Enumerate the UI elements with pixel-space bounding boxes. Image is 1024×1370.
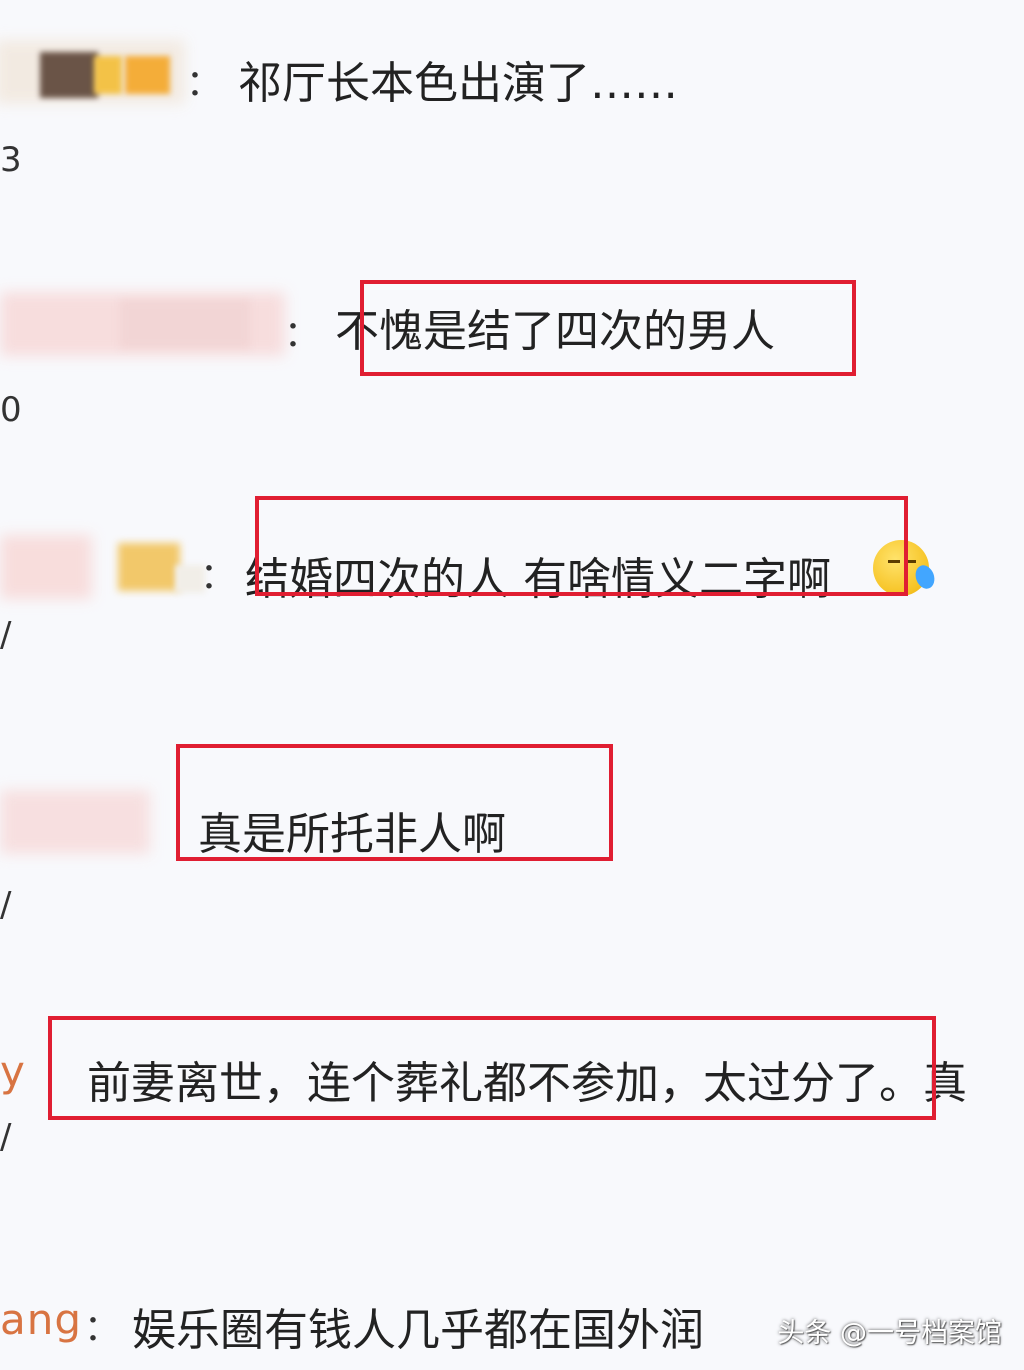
comment-3: ： 结婚四次的人 有啥情义二字啊 / [0, 495, 1024, 685]
highlight-box [360, 280, 856, 376]
comment-text: 娱乐圈有钱人几乎都在国外润 [132, 1305, 704, 1356]
watermark: 头条 @一号档案馆 [777, 1318, 1002, 1349]
comment-count: 3 [0, 140, 22, 180]
highlight-box [48, 1016, 936, 1120]
comment-1: ： 祁厅长本色出演了…… 3 [0, 0, 1024, 190]
comment-count: / [0, 1117, 12, 1157]
highlight-box [255, 496, 908, 596]
comment-2: ： 不愧是结了四次的男人 0 [0, 270, 1024, 460]
comment-colon: ： [200, 556, 237, 597]
username-fragment[interactable]: ang [0, 1295, 82, 1344]
username-fragment[interactable]: y [0, 1047, 26, 1096]
comment-colon: ： [186, 63, 223, 104]
comment-count: 0 [0, 390, 22, 430]
comment-count: / [0, 885, 12, 925]
comment-text: 祁厅长本色出演了…… [238, 58, 678, 109]
comment-count: / [0, 615, 12, 655]
comment-colon: ： [284, 314, 321, 355]
comment-5: y 前妻离世，连个葬礼都不参加，太过分了。真 / [0, 1005, 1024, 1175]
comment-colon: ： [84, 1308, 121, 1349]
comment-4: 真是所托非人啊 / [0, 735, 1024, 935]
highlight-box [176, 744, 613, 861]
